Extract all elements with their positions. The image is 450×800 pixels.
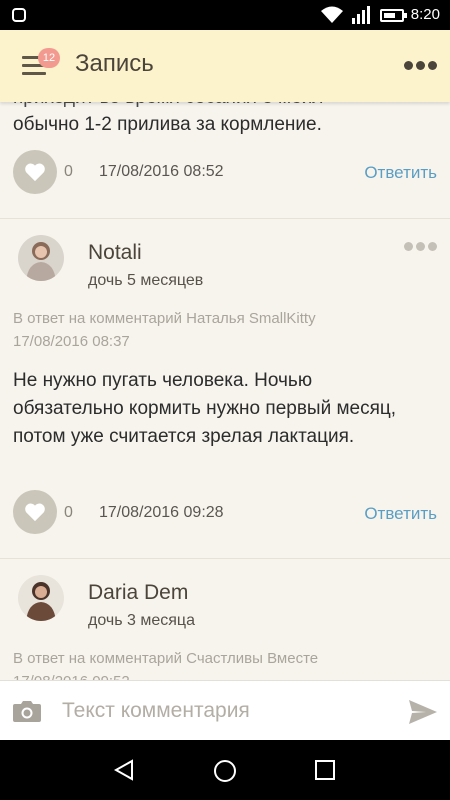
heart-icon [25, 503, 45, 522]
reply-to-reference[interactable]: В ответ на комментарий Счастливы Вместе … [13, 647, 433, 680]
reply-to-date: 17/08/2016 09:52 [13, 670, 433, 680]
more-icon [404, 61, 413, 70]
comment-card: приходит во время сосания 3 мейл обычно … [0, 102, 450, 219]
comment-input[interactable] [62, 693, 392, 729]
more-icon-dot [416, 61, 425, 70]
page-title: Запись [75, 50, 154, 77]
status-bar: 8:20 [0, 0, 450, 30]
more-icon-dot [428, 61, 437, 70]
more-icon-dot [428, 242, 437, 251]
send-icon[interactable] [408, 699, 438, 725]
reply-to-text: В ответ на комментарий Счастливы Вместе [13, 650, 319, 667]
notification-badge: 12 [38, 48, 60, 68]
status-time: 8:20 [410, 6, 440, 23]
viber-icon [12, 8, 26, 22]
like-button[interactable] [13, 150, 57, 194]
reply-to-reference[interactable]: В ответ на комментарий Наталья SmallKitt… [13, 307, 433, 353]
comment-card: Notali дочь 5 месяцев В ответ на коммент… [0, 219, 450, 559]
comments-feed[interactable]: приходит во время сосания 3 мейл обычно … [0, 102, 450, 680]
reply-to-text: В ответ на комментарий Наталья SmallKitt… [13, 310, 316, 327]
home-icon[interactable] [212, 758, 238, 784]
reply-to-date: 17/08/2016 08:37 [13, 333, 130, 350]
like-count: 0 [64, 504, 73, 521]
author-child-info: дочь 5 месяцев [88, 272, 204, 289]
menu-icon-bar [22, 72, 46, 75]
wifi-icon [321, 6, 343, 23]
more-icon [404, 242, 413, 251]
system-nav-bar [0, 740, 450, 800]
back-icon[interactable] [112, 758, 136, 782]
camera-icon[interactable] [12, 699, 42, 723]
more-icon-dot [416, 242, 425, 251]
menu-button[interactable]: 12 [20, 48, 60, 80]
comment-text: обычно 1-2 прилива за кормление. [13, 114, 322, 135]
like-button[interactable] [13, 490, 57, 534]
heart-icon [25, 163, 45, 182]
comment-more-button[interactable] [404, 240, 438, 254]
recents-icon[interactable] [313, 758, 337, 782]
comment-date: 17/08/2016 08:52 [99, 163, 224, 180]
comment-text: Не нужно пугать человека. Ночью обязател… [13, 370, 397, 447]
signal-icon [352, 6, 370, 24]
comment-date: 17/08/2016 09:28 [99, 504, 224, 521]
like-count: 0 [64, 163, 73, 180]
author-child-info: дочь 3 месяца [88, 612, 195, 629]
reply-button[interactable]: Ответить [364, 163, 437, 183]
battery-icon [380, 9, 407, 22]
author-name[interactable]: Notali [88, 241, 142, 265]
avatar[interactable] [18, 235, 64, 281]
reply-button[interactable]: Ответить [364, 504, 437, 524]
comment-input-bar [0, 680, 450, 740]
comment-card: Daria Dem дочь 3 месяца В ответ на комме… [0, 559, 450, 680]
author-name[interactable]: Daria Dem [88, 581, 188, 605]
app-toolbar: 12 Запись [0, 30, 450, 102]
more-options-button[interactable] [404, 56, 438, 76]
avatar[interactable] [18, 575, 64, 621]
